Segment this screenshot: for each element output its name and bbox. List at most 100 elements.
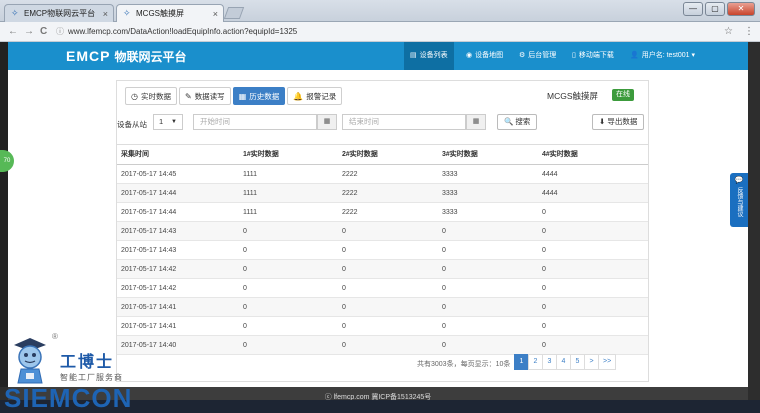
search-button[interactable]: 🔍 搜索	[497, 114, 538, 130]
table-cell: 2017-05-17 14:44	[121, 190, 177, 197]
tab-alarm-records[interactable]: 🔔 报警记录	[287, 87, 343, 105]
table-cell: 0	[243, 266, 247, 273]
close-tab-icon[interactable]: ×	[103, 9, 108, 19]
window-close-button[interactable]: ✕	[727, 2, 755, 16]
list-icon: ▤	[410, 52, 417, 59]
new-tab-button[interactable]	[223, 7, 245, 19]
table-cell: 4444	[542, 190, 558, 197]
table-cell: 0	[442, 342, 446, 349]
device-name: MCGS触摸屏	[547, 91, 599, 101]
browser-tab-bar: ✧ EMCP物联网云平台 × ✧ MCGS触摸屏 × — ▢ ✕	[0, 0, 760, 22]
table-cell: 3333	[442, 171, 458, 178]
feedback-button[interactable]: 💬 反馈与建议	[730, 173, 748, 227]
start-time-input[interactable]: 开始时间	[193, 114, 317, 130]
nav-item-label: 后台管理	[528, 52, 557, 59]
table-cell: 0	[442, 285, 446, 292]
table-cell: 2017-05-17 14:44	[121, 209, 177, 216]
pagination-info: 共有3003条，每页显示：10条	[417, 361, 511, 368]
watermark-brand: SIEMCON	[4, 383, 133, 413]
end-calendar-icon[interactable]: ▦	[466, 114, 486, 130]
start-calendar-icon[interactable]: ▦	[317, 114, 337, 130]
page-button[interactable]: 2	[528, 354, 543, 370]
minimize-button[interactable]: —	[683, 2, 703, 16]
table-cell: 1111	[243, 209, 258, 216]
registered-mark: ®	[52, 332, 58, 341]
nav-item-label: 设备地图	[475, 52, 504, 59]
slave-select[interactable]: 1 ▼	[153, 114, 183, 130]
back-arrow-icon[interactable]: ←	[8, 26, 18, 38]
app-navbar: EMCP 物联网云平台 ▤ 设备列表 ◉ 设备地图 ⚙ 后台管理 ▯ 移动端下载 👤 用户名…	[8, 42, 748, 70]
tab-label: 报警记录	[306, 91, 337, 101]
app-logo[interactable]: EMCP 物联网云平台	[66, 47, 186, 65]
table-cell: 0	[442, 304, 446, 311]
browser-tab-emcp[interactable]: ✧ EMCP物联网云平台 ×	[4, 4, 114, 22]
column-header[interactable]: 4#实时数据	[542, 145, 578, 165]
map-pin-icon: ◉	[466, 52, 473, 59]
table-cell: 0	[542, 342, 546, 349]
table-header-row: 采集时间 1#实时数据 2#实时数据 3#实时数据 4#实时数据	[117, 145, 648, 165]
table-cell: 0	[342, 247, 346, 254]
tab-history-data[interactable]: ▦ 历史数据	[232, 87, 286, 105]
pagination: 1 2 3 4 5 > >>	[514, 354, 617, 370]
column-header[interactable]: 采集时间	[121, 145, 149, 165]
table-row: 2017-05-17 14:44 1111 2222 3333 0	[117, 203, 648, 222]
table-cell: 0	[342, 342, 346, 349]
table-cell: 0	[442, 247, 446, 254]
table-cell: 3333	[442, 209, 458, 216]
table-cell: 2017-05-17 14:42	[121, 266, 177, 273]
table-cell: 2017-05-17 14:43	[121, 228, 177, 235]
nav-item-mobile-download[interactable]: ▯ 移动端下载	[566, 42, 620, 70]
history-table: 采集时间 1#实时数据 2#实时数据 3#实时数据 4#实时数据 2017-05…	[117, 144, 648, 355]
table-cell: 2222	[342, 209, 358, 216]
mobile-icon: ▯	[572, 52, 576, 59]
page-button[interactable]: 4	[556, 354, 571, 370]
page-button[interactable]: >>	[598, 354, 617, 370]
favicon-icon: ✧	[11, 8, 19, 18]
table-cell: 0	[243, 323, 247, 330]
table-icon: ▦	[238, 91, 247, 101]
url-text: www.lfemcp.com/DataAction!loadEquipInfo.…	[68, 27, 298, 36]
chat-icon: 💬	[734, 177, 744, 184]
logo-title: 物联网云平台	[114, 50, 187, 64]
nav-item-user-menu[interactable]: 👤 用户名: test001 ▾	[624, 42, 701, 70]
tab-data-read-write[interactable]: ✎ 数据读写	[178, 87, 231, 105]
column-header[interactable]: 1#实时数据	[243, 145, 279, 165]
slave-value: 1	[159, 117, 164, 126]
page-viewport: EMCP 物联网云平台 ▤ 设备列表 ◉ 设备地图 ⚙ 后台管理 ▯ 移动端下载 👤 用户名…	[0, 42, 760, 409]
browser-menu-icon[interactable]: ⋮	[744, 26, 754, 38]
table-cell: 0	[442, 323, 446, 330]
table-cell: 2017-05-17 14:42	[121, 285, 177, 292]
page-info-icon[interactable]: ⓘ	[56, 27, 64, 36]
maximize-button[interactable]: ▢	[705, 2, 725, 16]
table-cell: 2017-05-17 14:41	[121, 304, 177, 311]
chevron-down-icon: ▼	[171, 119, 177, 125]
page-button[interactable]: 1	[514, 354, 529, 370]
table-cell: 0	[442, 266, 446, 273]
forward-arrow-icon[interactable]: →	[24, 26, 34, 38]
table-cell: 0	[243, 304, 247, 311]
table-row: 2017-05-17 14:45 1111 2222 3333 4444	[117, 165, 648, 184]
bookmark-star-icon[interactable]: ☆	[724, 26, 733, 38]
nav-item-admin[interactable]: ⚙ 后台管理	[513, 42, 562, 70]
page-button[interactable]: >	[584, 354, 599, 370]
feedback-label: 反馈与建议	[736, 187, 742, 217]
table-cell: 0	[542, 266, 546, 273]
url-field[interactable]: ⓘ www.lfemcp.com/DataAction!loadEquipInfo…	[56, 25, 716, 39]
column-header[interactable]: 2#实时数据	[342, 145, 378, 165]
table-cell: 0	[342, 266, 346, 273]
bell-icon: 🔔	[293, 91, 304, 101]
tab-realtime-data[interactable]: ◷ 实时数据	[125, 87, 177, 105]
close-tab-icon[interactable]: ×	[213, 9, 218, 19]
export-data-button[interactable]: ⬇ 导出数据	[592, 114, 645, 130]
table-cell: 1111	[243, 171, 258, 178]
column-header[interactable]: 3#实时数据	[442, 145, 478, 165]
nav-item-device-map[interactable]: ◉ 设备地图	[460, 42, 509, 70]
end-time-input[interactable]: 结束时间	[342, 114, 466, 130]
page-button[interactable]: 3	[542, 354, 557, 370]
table-row: 2017-05-17 14:41 0 0 0 0	[117, 298, 648, 317]
reload-icon[interactable]: C	[40, 26, 47, 38]
nav-item-device-list[interactable]: ▤ 设备列表	[404, 42, 454, 70]
panel-tabs: ◷ 实时数据 ✎ 数据读写 ▦ 历史数据 🔔 报警记录	[125, 87, 344, 105]
browser-tab-mcgs[interactable]: ✧ MCGS触摸屏 ×	[116, 4, 224, 22]
page-button[interactable]: 5	[570, 354, 585, 370]
